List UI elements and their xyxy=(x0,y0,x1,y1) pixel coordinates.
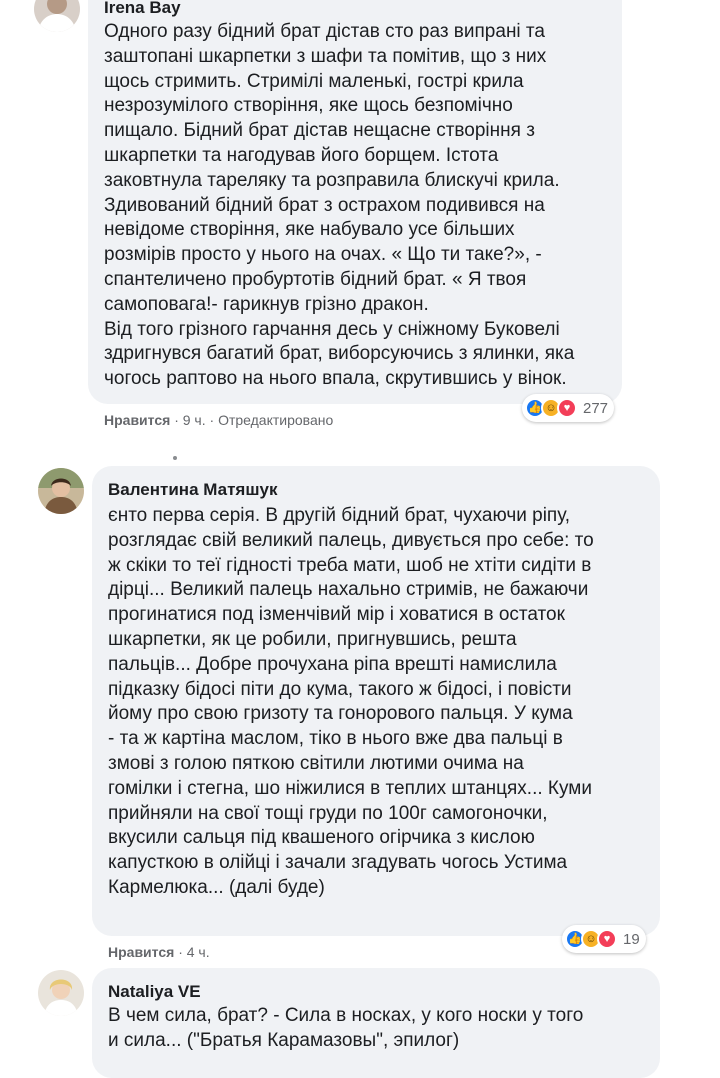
comment-meta: Нравится · 9 ч. · Отредактировано xyxy=(104,412,334,428)
reaction-count: 19 xyxy=(623,930,640,948)
reaction-summary[interactable]: 👍 ☺ ♥ 277 xyxy=(522,394,615,422)
love-icon: ♥ xyxy=(597,929,617,949)
comment-time[interactable]: 4 ч. xyxy=(187,944,210,960)
avatar[interactable] xyxy=(38,468,84,514)
comment-text: єнто перва серія. В другій бідний брат, … xyxy=(108,505,594,898)
comment-text: Одного разу бідний брат дістав сто раз в… xyxy=(104,21,575,390)
avatar[interactable] xyxy=(34,0,80,32)
reaction-summary[interactable]: 👍 ☺ ♥ 19 xyxy=(562,925,646,953)
comment-author[interactable]: Irena Bay xyxy=(104,0,181,18)
comment-meta: Нравится · 4 ч. xyxy=(108,944,210,960)
like-button[interactable]: Нравится xyxy=(108,944,174,960)
comment-time[interactable]: 9 ч. xyxy=(183,412,206,428)
comment-author[interactable]: Nataliya VE xyxy=(108,982,201,1002)
thread-dot xyxy=(173,456,177,460)
comment-text: В чем сила, брат? - Сила в носках, у ког… xyxy=(108,1005,584,1051)
reaction-count: 277 xyxy=(583,399,609,417)
like-button[interactable]: Нравится xyxy=(104,412,170,428)
comment-author[interactable]: Валентина Матяшук xyxy=(108,480,277,500)
edited-label: Отредактировано xyxy=(218,412,334,428)
avatar[interactable] xyxy=(38,970,84,1016)
love-icon: ♥ xyxy=(557,398,577,418)
